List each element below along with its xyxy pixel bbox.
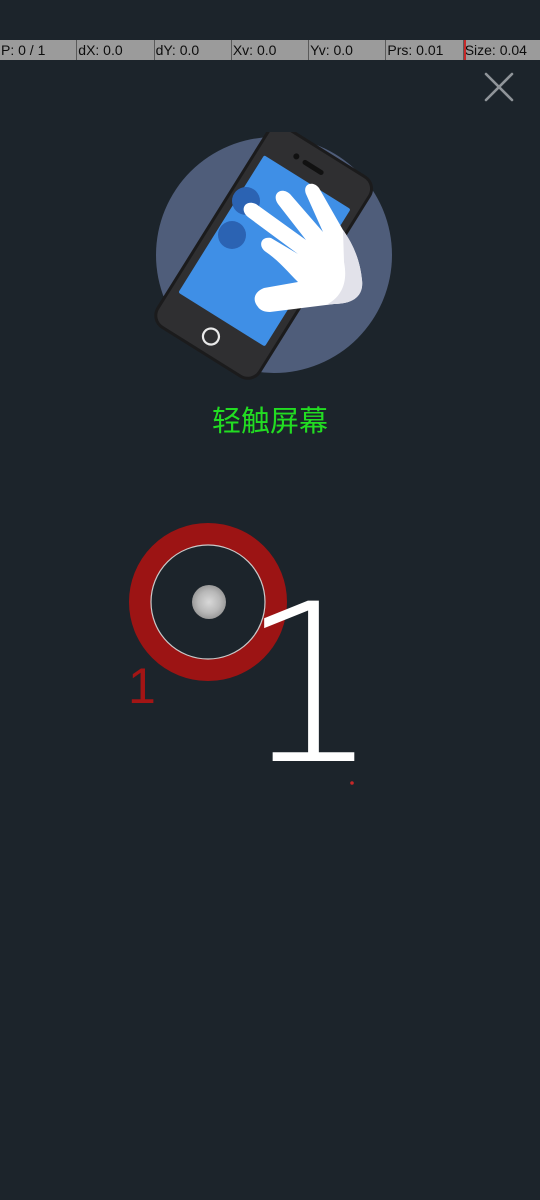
- touch-point-dot: [192, 585, 226, 619]
- active-touch-count: 1: [240, 557, 380, 813]
- touch-test-screen[interactable]: P: 0 / 1 dX: 0.0 dY: 0.0 Xv: 0.0 Yv: 0.0…: [0, 0, 540, 1200]
- pointer-id-label: 1: [128, 658, 156, 714]
